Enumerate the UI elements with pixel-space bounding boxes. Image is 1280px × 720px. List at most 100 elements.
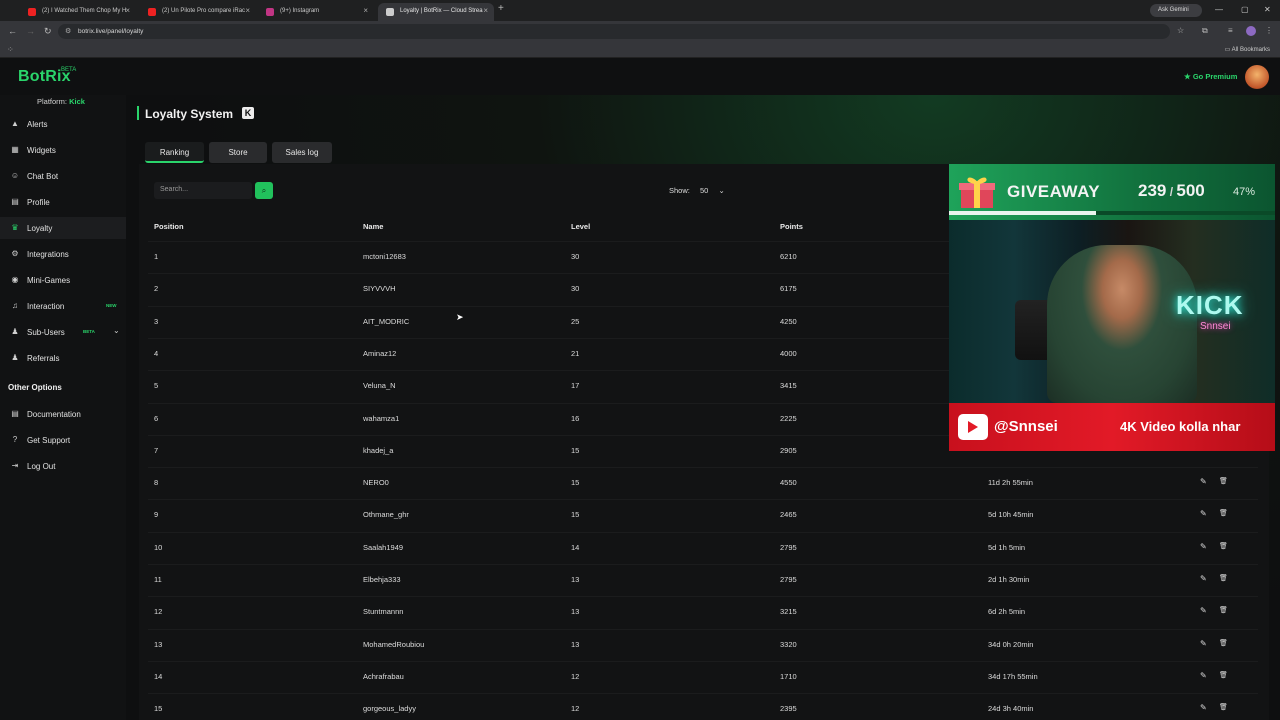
cell-points: 2465: [780, 510, 797, 520]
minimize-icon[interactable]: —: [1215, 5, 1223, 14]
go-premium-label: Go Premium: [1192, 72, 1238, 81]
giveaway-percent: 47%: [1233, 186, 1256, 198]
browser-tab[interactable]: (9+) Instagram ×: [258, 3, 374, 21]
profile-avatar-icon[interactable]: [1246, 26, 1256, 36]
show-count-select[interactable]: 50 ⌄: [696, 182, 730, 199]
cell-name: mctoni12683: [363, 252, 406, 261]
ask-gemini-button[interactable]: Ask Gemini: [1150, 4, 1202, 17]
edit-icon[interactable]: ✎: [1200, 606, 1207, 615]
browser-tab[interactable]: (2) Un Pilote Pro compare iRac ×: [140, 3, 256, 21]
sidebar-item-sub-users[interactable]: ♟ Sub-Users BETA ⌄: [0, 321, 126, 343]
browser-tab[interactable]: (2) I Watched Them Chop My H ×: [20, 3, 136, 21]
sidebar-item-loyalty[interactable]: ♛ Loyalty: [0, 217, 126, 239]
edit-icon[interactable]: ✎: [1200, 671, 1207, 680]
cell-level: 12: [571, 704, 580, 714]
edit-icon[interactable]: ✎: [1200, 703, 1207, 712]
reload-icon[interactable]: ↻: [44, 26, 52, 37]
cell-name: Achrafrabau: [363, 671, 404, 681]
apps-grid-icon[interactable]: ⁘: [7, 45, 14, 54]
sidebar-item-integrations[interactable]: ⚙ Integrations: [0, 243, 126, 265]
search-input[interactable]: Search...: [154, 182, 252, 199]
cell-name: AIT_MODRIC: [363, 316, 410, 326]
row-divider: [148, 596, 1258, 598]
sidebar-item-mini-games[interactable]: ◉ Mini-Games: [0, 269, 126, 291]
search-button[interactable]: ⌕: [255, 182, 273, 199]
music-icon: ♫: [12, 301, 18, 310]
bookmark-star-icon[interactable]: ☆: [1177, 26, 1184, 35]
address-bar[interactable]: ⚙ botrix.live/panel/loyalty: [58, 24, 1170, 39]
forward-icon[interactable]: →: [26, 26, 35, 36]
sidebar-item-log-out[interactable]: ⇥ Log Out: [0, 455, 126, 477]
user-avatar[interactable]: [1245, 65, 1269, 89]
logout-icon: ⇥: [11, 461, 19, 470]
close-tab-icon[interactable]: ×: [245, 6, 250, 15]
chevron-down-icon[interactable]: ⌄: [113, 326, 120, 335]
header-name[interactable]: Name: [363, 222, 383, 231]
tab-sales-log[interactable]: Sales log: [272, 142, 332, 163]
close-window-icon[interactable]: ✕: [1264, 5, 1271, 14]
row-divider: [148, 531, 1258, 533]
cell-points: 2905: [780, 445, 797, 455]
delete-icon[interactable]: 🗑: [1219, 703, 1228, 711]
delete-icon[interactable]: 🗑: [1219, 574, 1228, 582]
close-tab-icon[interactable]: ×: [125, 6, 130, 15]
edit-icon[interactable]: ✎: [1200, 639, 1207, 648]
gift-icon: [959, 177, 995, 208]
sidebar-item-widgets[interactable]: ▦ Widgets: [0, 139, 126, 161]
header-level[interactable]: Level: [571, 222, 590, 231]
browser-tab[interactable]: Loyalty | BotRix — Cloud Strea ×: [378, 3, 494, 21]
delete-icon[interactable]: 🗑: [1219, 477, 1228, 485]
giveaway-progress-fill: [949, 211, 1097, 215]
edit-icon[interactable]: ✎: [1200, 542, 1207, 551]
play-icon: [968, 421, 978, 433]
edit-icon[interactable]: ✎: [1200, 477, 1207, 486]
new-tab-button[interactable]: +: [498, 3, 504, 14]
edit-icon[interactable]: ✎: [1200, 509, 1207, 518]
tab-title: (2) I Watched Them Chop My H: [42, 8, 127, 14]
sidebar-item-profile[interactable]: ▤ Profile: [0, 191, 126, 213]
menu-icon[interactable]: ⋮: [1265, 26, 1273, 35]
row-divider: [148, 467, 1258, 469]
sidebar-item-chat-bot[interactable]: ☺ Chat Bot: [0, 165, 126, 187]
cell-level: 16: [571, 413, 580, 423]
tab-title: (2) Un Pilote Pro compare iRac: [162, 8, 246, 14]
cell-name: Othmane_ghr: [363, 510, 409, 520]
cell-points: 3320: [780, 639, 797, 649]
sidebar-item-get-support[interactable]: ? Get Support: [0, 429, 126, 451]
site-info-icon[interactable]: ⚙: [65, 27, 71, 35]
close-tab-icon[interactable]: ×: [363, 6, 368, 15]
edit-icon[interactable]: ✎: [1200, 574, 1207, 583]
youtube-handle: @Snnsei: [994, 418, 1058, 435]
cell-name: Saalah1949: [363, 542, 404, 552]
sidebar-item-interaction[interactable]: ♫ Interaction NEW: [0, 295, 126, 317]
delete-icon[interactable]: 🗑: [1219, 542, 1228, 550]
platform-indicator[interactable]: Platform: Kick: [37, 97, 85, 106]
sidebar-item-referrals[interactable]: ♟ Referrals: [0, 347, 126, 369]
close-tab-icon[interactable]: ×: [483, 6, 488, 15]
all-bookmarks-button[interactable]: ▭ All Bookmarks: [1225, 46, 1270, 53]
maximize-icon[interactable]: ▢: [1241, 5, 1249, 14]
delete-icon[interactable]: 🗑: [1219, 639, 1228, 647]
delete-icon[interactable]: 🗑: [1219, 606, 1228, 614]
cell-level: 13: [571, 575, 580, 584]
sidebar-item-label: Referrals: [27, 354, 60, 363]
sidebar-item-label: Mini-Games: [27, 276, 71, 285]
tab-store[interactable]: Store: [209, 142, 267, 163]
delete-icon[interactable]: 🗑: [1219, 671, 1228, 679]
back-icon[interactable]: ←: [8, 26, 17, 36]
header-points[interactable]: Points: [780, 222, 803, 231]
delete-icon[interactable]: 🗑: [1219, 509, 1228, 517]
giveaway-count: 239 / 500: [1138, 181, 1205, 200]
tab-ranking[interactable]: Ranking: [145, 142, 204, 163]
sidebar-item-label: Widgets: [27, 146, 56, 155]
beta-badge: BETA: [83, 329, 95, 334]
media-icon[interactable]: ≡: [1228, 26, 1233, 35]
extensions-icon[interactable]: ⧉: [1202, 26, 1208, 36]
cell-pos: 3: [154, 316, 159, 326]
sidebar-item-documentation[interactable]: ▤ Documentation: [0, 403, 126, 425]
sidebar-item-alerts[interactable]: ▲ Alerts: [0, 113, 126, 135]
go-premium-button[interactable]: ★ Go Premium: [1184, 72, 1237, 81]
other-options-heading: Other Options: [8, 383, 62, 392]
cell-time: 5d 10h 45min: [988, 510, 1034, 520]
header-position[interactable]: Position: [154, 222, 184, 231]
